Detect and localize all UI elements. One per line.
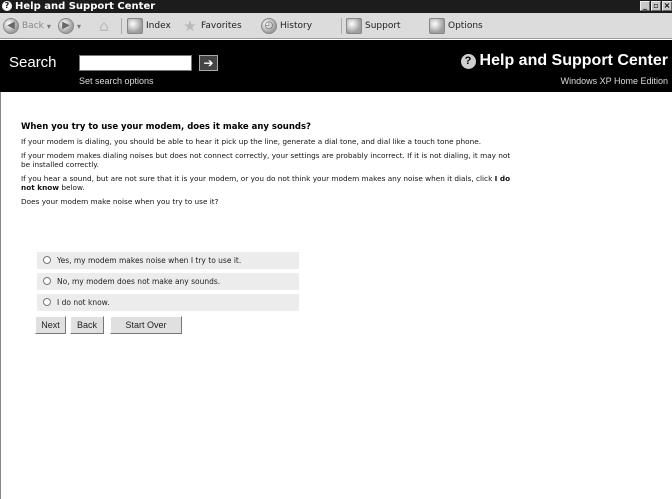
support-icon [346, 18, 362, 34]
paragraph-3-text: If you hear a sound, but are not sure th… [21, 174, 493, 183]
app-title: ? Help and Support Center [460, 52, 668, 70]
search-go-button[interactable]: ➔ [199, 55, 218, 71]
search-label: Search [9, 54, 57, 71]
question-text: Does your modem make noise when you try … [21, 197, 219, 206]
article-content: When you try to use your modem, does it … [0, 92, 672, 499]
paragraph-3-line-2: not know below. [21, 183, 85, 192]
radio-button[interactable] [43, 277, 51, 285]
option-no-label: No, my modem does not make any sounds. [57, 277, 221, 286]
next-button[interactable]: Next [35, 316, 66, 334]
help-app-icon: ? [2, 1, 12, 11]
chevron-down-icon: ▾ [77, 21, 82, 31]
arrow-right-icon: ➔ [203, 56, 214, 70]
paragraph-3-line-1: If you hear a sound, but are not sure th… [21, 174, 510, 183]
toolbar-separator [341, 18, 342, 34]
minimize-button[interactable]: _ [640, 1, 650, 11]
home-icon: ⌂ [99, 17, 109, 35]
option-yes-label: Yes, my modem makes noise when I try to … [57, 256, 242, 265]
search-options-link[interactable]: Set search options [79, 76, 154, 86]
radio-button[interactable] [43, 298, 51, 306]
chevron-down-icon: ▾ [46, 21, 51, 31]
forward-toolbar-button[interactable]: ▶ ▾ [58, 17, 81, 35]
help-icon: ? [460, 53, 476, 69]
window-title: Help and Support Center [15, 1, 156, 12]
radio-button[interactable] [43, 256, 51, 264]
back-button[interactable]: Back [70, 316, 104, 334]
back-arrow-icon: ◀ [3, 18, 19, 34]
history-label: History [280, 21, 313, 31]
close-button[interactable]: × [662, 1, 672, 11]
back-toolbar-button[interactable]: ◀ Back ▾ [3, 17, 51, 35]
window-controls: _ ▫ × [640, 1, 672, 12]
favorites-label: Favorites [201, 21, 242, 31]
favorites-toolbar-button[interactable]: ★ Favorites [182, 17, 242, 35]
history-toolbar-button[interactable]: ◴ History [261, 17, 312, 35]
paragraph-1: If your modem is dialing, you should be … [21, 137, 482, 146]
search-input[interactable] [79, 55, 192, 71]
option-dont-know-label: I do not know. [57, 298, 110, 307]
title-bar: ? Help and Support Center _ ▫ × [0, 0, 672, 13]
support-toolbar-button[interactable]: Support [346, 17, 401, 35]
index-label: Index [146, 21, 171, 31]
options-toolbar-button[interactable]: Options [429, 17, 483, 35]
home-toolbar-button[interactable]: ⌂ [96, 17, 112, 35]
maximize-button[interactable]: ▫ [651, 1, 661, 11]
app-title-text: Help and Support Center [479, 52, 668, 69]
book-icon [127, 18, 143, 34]
paragraph-2-line-1: If your modem makes dialing noises but d… [21, 151, 511, 160]
clock-icon: ◴ [261, 18, 277, 34]
page-title: When you try to use your modem, does it … [21, 122, 311, 132]
back-label: Back [22, 21, 44, 31]
search-header: Search ➔ Set search options ? Help and S… [0, 40, 672, 92]
forward-arrow-icon: ▶ [58, 18, 74, 34]
option-dont-know[interactable]: I do not know. [37, 294, 299, 311]
options-label: Options [448, 21, 483, 31]
paragraph-3-bold-1: I do [494, 174, 511, 183]
start-over-button[interactable]: Start Over [110, 316, 182, 334]
paragraph-3-end: below. [61, 183, 85, 192]
index-toolbar-button[interactable]: Index [127, 17, 171, 35]
option-yes[interactable]: Yes, my modem makes noise when I try to … [37, 252, 299, 269]
paragraph-3-bold-2: not know [21, 183, 60, 192]
toolbar: ◀ Back ▾ ▶ ▾ ⌂ Index ★ Favorites ◴ Histo… [0, 13, 672, 39]
options-icon [429, 18, 445, 34]
toolbar-separator [121, 18, 122, 34]
support-label: Support [365, 21, 401, 31]
edition-label: Windows XP Home Edition [560, 76, 668, 86]
star-icon: ★ [183, 17, 197, 35]
paragraph-2-line-2: be installed correctly. [21, 160, 99, 169]
option-no[interactable]: No, my modem does not make any sounds. [37, 273, 299, 290]
